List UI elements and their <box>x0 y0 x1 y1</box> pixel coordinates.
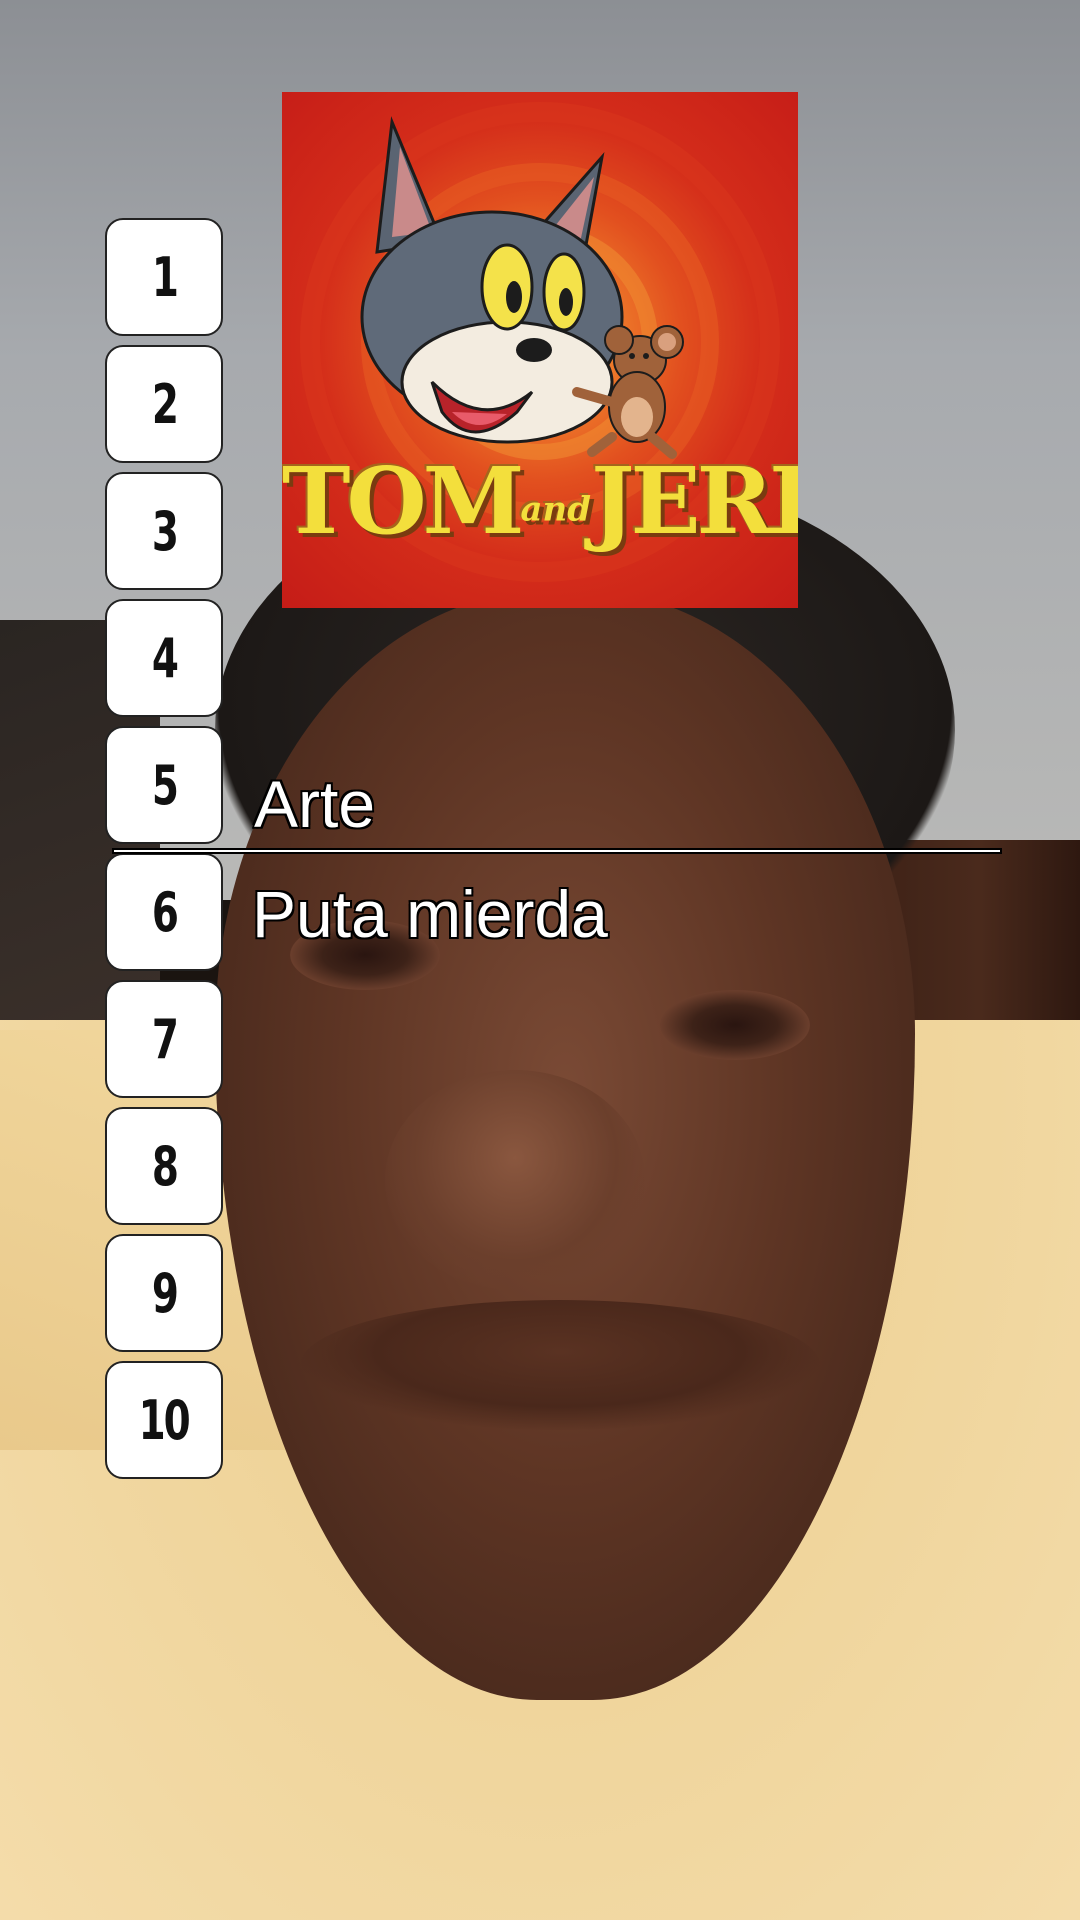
cover-title: TOMandJERRY <box>282 447 798 555</box>
tier-box-10: 10 <box>105 1361 223 1479</box>
nose <box>385 1070 645 1290</box>
cover-title-and: and <box>520 489 591 530</box>
tier-number: 7 <box>151 1007 179 1071</box>
tier-number: 8 <box>151 1134 179 1198</box>
divider-line <box>112 848 1002 854</box>
video-frame: 1 2 3 4 5 6 7 8 9 10 TOMandJER Arte Puta… <box>0 0 1080 1920</box>
right-eye <box>660 990 810 1060</box>
tier-number: 5 <box>151 753 179 817</box>
cover-title-tom: TOM <box>282 447 524 555</box>
tier-box-8: 8 <box>105 1107 223 1225</box>
tier-box-2: 2 <box>105 345 223 463</box>
tier-number: 3 <box>151 499 179 563</box>
tier-number: 1 <box>151 245 179 309</box>
label-upper: Arte <box>252 766 376 843</box>
tier-box-7: 7 <box>105 980 223 1098</box>
tier-box-1: 1 <box>105 218 223 336</box>
tier-box-6: 6 <box>105 853 223 971</box>
tom-and-jerry-cover: TOMandJERRY <box>282 92 798 608</box>
tier-number: 9 <box>151 1261 179 1325</box>
label-lower: Puta mierda <box>251 876 610 953</box>
tier-number: 6 <box>151 880 179 944</box>
tier-number: 10 <box>139 1388 191 1452</box>
cover-title-jerry: JERRY <box>590 447 798 555</box>
tier-box-5: 5 <box>105 726 223 844</box>
tier-box-9: 9 <box>105 1234 223 1352</box>
mouth <box>300 1300 820 1430</box>
tier-box-3: 3 <box>105 472 223 590</box>
tier-number: 4 <box>151 626 179 690</box>
tier-number: 2 <box>151 372 179 436</box>
tier-box-4: 4 <box>105 599 223 717</box>
